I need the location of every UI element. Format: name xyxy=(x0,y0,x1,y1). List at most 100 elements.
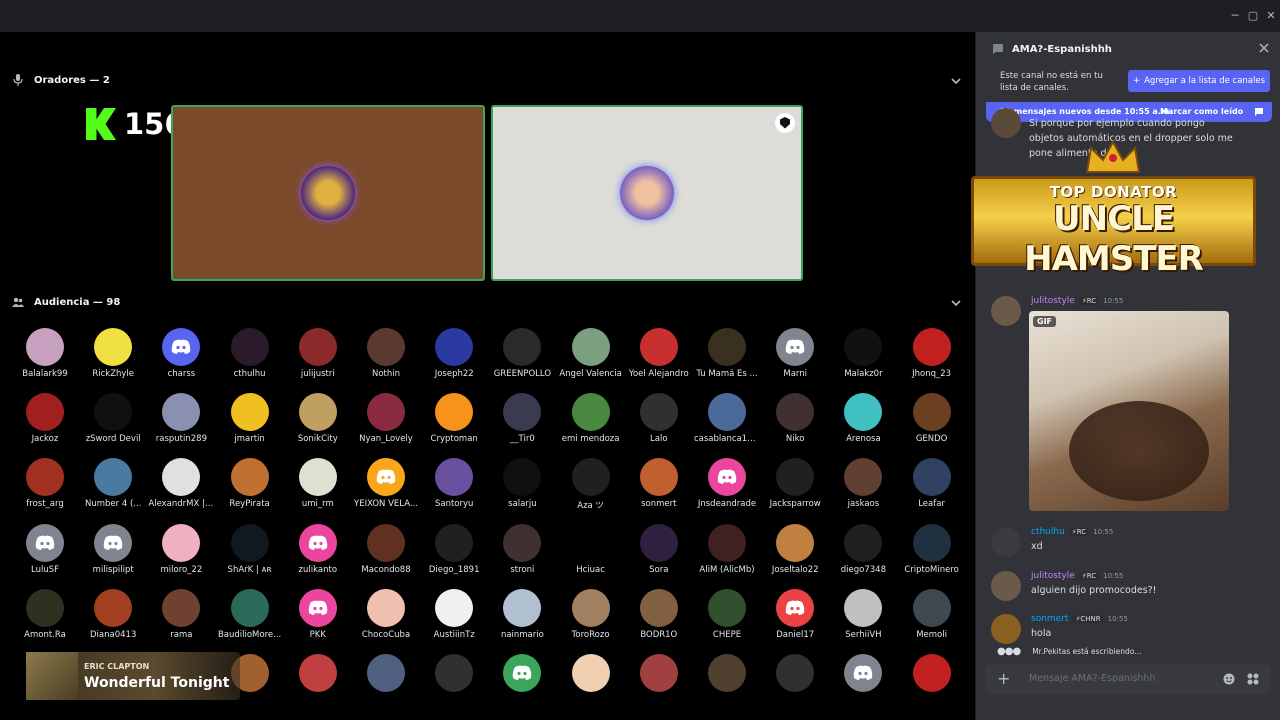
audience-member[interactable]: Jhonq_23 xyxy=(899,328,965,379)
audience-member[interactable]: cthulhu xyxy=(217,328,283,379)
avatar[interactable] xyxy=(991,108,1021,138)
chevron-down-icon[interactable] xyxy=(949,296,963,310)
audience-member[interactable]: BaudilioMore... xyxy=(217,589,283,640)
audience-member[interactable]: Joseltalo22 xyxy=(762,524,828,575)
moderator-icon[interactable] xyxy=(775,113,795,133)
audience-member[interactable] xyxy=(421,654,487,692)
audience-member[interactable]: AlexandrMX | ... xyxy=(148,458,214,509)
audience-member[interactable]: umi_rm xyxy=(285,458,351,509)
audience-member[interactable]: GENDO xyxy=(899,393,965,444)
maximize-icon[interactable]: ▢ xyxy=(1244,8,1262,24)
avatar[interactable] xyxy=(991,527,1021,557)
audience-member[interactable]: rasputin289 xyxy=(148,393,214,444)
audience-member[interactable]: Lalo xyxy=(626,393,692,444)
speaker-tile[interactable] xyxy=(171,105,485,281)
audience-member[interactable]: Amont.Ra xyxy=(12,589,78,640)
audience-member[interactable]: SerhiiVH xyxy=(830,589,896,640)
audience-member[interactable] xyxy=(489,654,555,692)
audience-member[interactable]: Jnsdeandrade xyxy=(694,458,760,509)
audience-member[interactable]: ShArK | ᴀʀ xyxy=(217,524,283,575)
audience-member[interactable]: ReyPirata xyxy=(217,458,283,509)
audience-member[interactable]: ChocoCuba xyxy=(353,589,419,640)
audience-member[interactable]: Jackoz xyxy=(12,393,78,444)
message-author[interactable]: julitostyle xyxy=(1031,571,1075,581)
avatar[interactable] xyxy=(991,614,1021,644)
audience-member[interactable]: Tu Mamá Es ... xyxy=(694,328,760,379)
audience-member[interactable]: Malakz0r xyxy=(830,328,896,379)
message-author[interactable]: julitostyle xyxy=(1031,296,1075,306)
message-composer[interactable]: + Mensaje AMA?-Espanishhh xyxy=(985,664,1271,694)
audience-member[interactable]: julijustri xyxy=(285,328,351,379)
audience-member[interactable]: jaskaos xyxy=(830,458,896,509)
audience-member[interactable]: Marni xyxy=(762,328,828,379)
audience-member[interactable]: Hciuac xyxy=(558,524,624,575)
chevron-down-icon[interactable] xyxy=(949,74,963,88)
audience-member[interactable]: LuluSF xyxy=(12,524,78,575)
audience-member[interactable] xyxy=(285,654,351,692)
audience-member[interactable]: casablanca1150 xyxy=(694,393,760,444)
audience-member[interactable]: rama xyxy=(148,589,214,640)
audience-member[interactable]: Santoryu xyxy=(421,458,487,509)
audience-member[interactable]: Number 4 (... xyxy=(80,458,146,509)
audience-member[interactable]: AliM (AlicMb) xyxy=(694,524,760,575)
gif-embed[interactable]: GIF xyxy=(1029,311,1229,511)
avatar[interactable] xyxy=(991,571,1021,601)
avatar[interactable] xyxy=(991,296,1021,326)
audience-member[interactable] xyxy=(694,654,760,692)
add-attachment-icon[interactable]: + xyxy=(997,670,1010,688)
speaker-tile[interactable] xyxy=(491,105,803,281)
audience-member[interactable]: CriptoMinero xyxy=(899,524,965,575)
audience-member[interactable]: Nyan_Lovely xyxy=(353,393,419,444)
audience-member[interactable]: Joseph22 xyxy=(421,328,487,379)
audience-member[interactable]: stroni xyxy=(489,524,555,575)
audience-member[interactable] xyxy=(626,654,692,692)
audience-member[interactable]: CHEPE xyxy=(694,589,760,640)
message-author[interactable]: sonmert xyxy=(1031,614,1068,624)
audience-member[interactable]: Memoli xyxy=(899,589,965,640)
emoji-icon[interactable] xyxy=(1223,673,1235,685)
audience-member[interactable]: Daniel17 xyxy=(762,589,828,640)
close-window-icon[interactable]: ✕ xyxy=(1262,8,1280,24)
close-icon[interactable] xyxy=(1259,43,1269,53)
audience-member[interactable]: BODR1O xyxy=(626,589,692,640)
audience-member[interactable]: GREENPOLLO xyxy=(489,328,555,379)
audience-member[interactable]: Sora xyxy=(626,524,692,575)
audience-member[interactable]: ToroRozo xyxy=(558,589,624,640)
audience-member[interactable]: Niko xyxy=(762,393,828,444)
audience-member[interactable]: zulikanto xyxy=(285,524,351,575)
audience-member[interactable]: charss xyxy=(148,328,214,379)
audience-member[interactable]: Diego_1891 xyxy=(421,524,487,575)
audience-member[interactable]: milispilipt xyxy=(80,524,146,575)
audience-member[interactable]: Balalark99 xyxy=(12,328,78,379)
audience-member[interactable]: YEIXON VELA... xyxy=(353,458,419,509)
audience-member[interactable] xyxy=(558,654,624,692)
audience-member[interactable]: Arenosa xyxy=(830,393,896,444)
add-channel-button[interactable]: + Agregar a la lista de canales xyxy=(1128,70,1270,92)
audience-member[interactable] xyxy=(899,654,965,692)
audience-member[interactable]: Aza ツ xyxy=(558,458,624,511)
audience-member[interactable]: salarju xyxy=(489,458,555,509)
mark-read-button[interactable]: Marcar como leído xyxy=(1160,107,1243,116)
audience-member[interactable]: Macondo88 xyxy=(353,524,419,575)
audience-member[interactable]: jmartin xyxy=(217,393,283,444)
mark-read-icon[interactable] xyxy=(1254,107,1264,117)
audience-member[interactable]: Ángel Valencia xyxy=(558,328,624,379)
audience-member[interactable] xyxy=(830,654,896,692)
apps-icon[interactable] xyxy=(1247,673,1259,685)
audience-member[interactable]: AustiiinTz xyxy=(421,589,487,640)
audience-member[interactable]: frost_arg xyxy=(12,458,78,509)
audience-member[interactable]: miloro_22 xyxy=(148,524,214,575)
audience-member[interactable]: Yoel Alejandro xyxy=(626,328,692,379)
audience-member[interactable]: Jacksparrow xyxy=(762,458,828,509)
audience-member[interactable]: PKK xyxy=(285,589,351,640)
audience-member[interactable]: RickZhyle xyxy=(80,328,146,379)
audience-member[interactable]: Nothin xyxy=(353,328,419,379)
audience-member[interactable]: zSword Devil xyxy=(80,393,146,444)
audience-header[interactable]: Audiencia — 98 xyxy=(12,292,120,312)
minimize-icon[interactable]: ─ xyxy=(1226,8,1244,24)
audience-member[interactable]: sonmert xyxy=(626,458,692,509)
speakers-header[interactable]: Oradores — 2 xyxy=(12,70,110,90)
audience-member[interactable]: diego7348 xyxy=(830,524,896,575)
audience-member[interactable] xyxy=(353,654,419,692)
audience-member[interactable]: emi mendoza xyxy=(558,393,624,444)
